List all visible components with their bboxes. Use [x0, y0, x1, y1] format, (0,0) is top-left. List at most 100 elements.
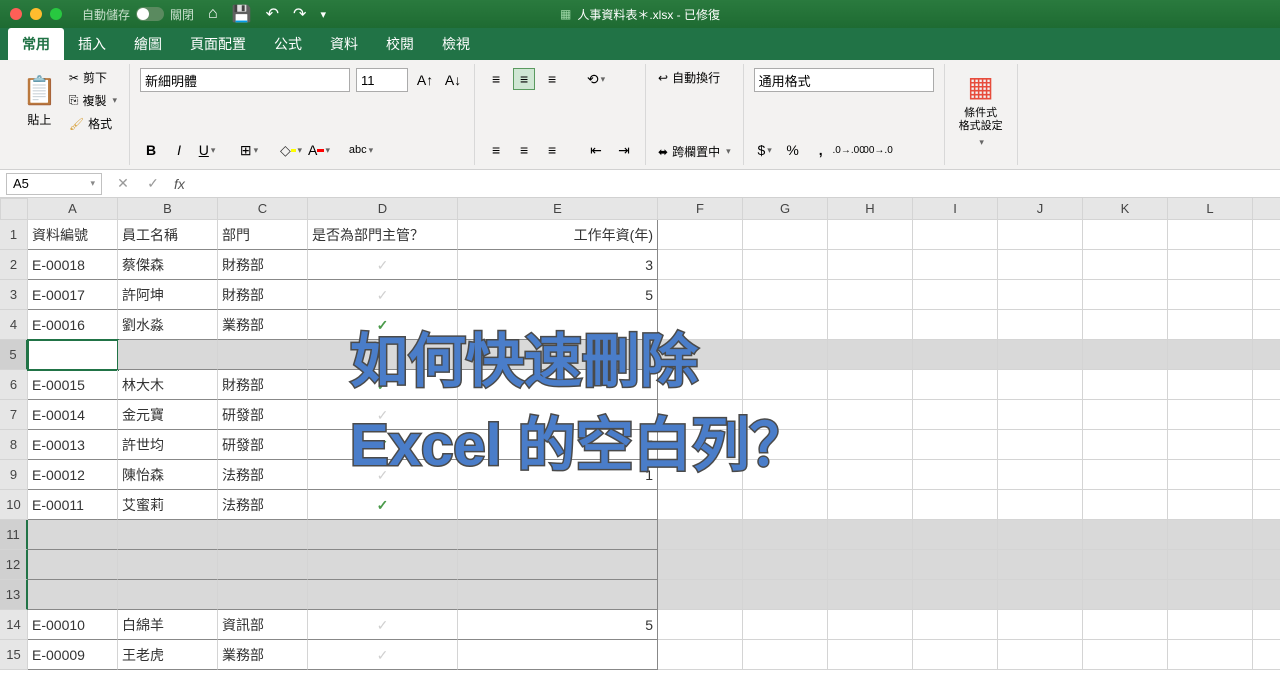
cell[interactable]	[743, 520, 828, 550]
name-box[interactable]: A5 ▾	[6, 173, 102, 195]
cell[interactable]: 研發部	[218, 400, 308, 430]
cell[interactable]	[743, 550, 828, 580]
cell[interactable]	[1253, 280, 1280, 310]
cell[interactable]	[658, 220, 743, 250]
cell[interactable]	[913, 340, 998, 370]
cell[interactable]	[1253, 520, 1280, 550]
cell[interactable]: ✓	[308, 640, 458, 670]
cell[interactable]: ✓	[308, 250, 458, 280]
merge-center-button[interactable]: ⬌跨欄置中	[656, 142, 733, 161]
borders-button[interactable]: ⊞	[238, 139, 260, 161]
cell[interactable]	[308, 520, 458, 550]
cell[interactable]	[743, 280, 828, 310]
cell[interactable]: ✓	[308, 490, 458, 520]
fx-icon[interactable]: fx	[174, 176, 185, 192]
cell[interactable]	[458, 550, 658, 580]
cell[interactable]	[998, 640, 1083, 670]
fill-color-button[interactable]: ◇	[280, 139, 302, 161]
cell[interactable]: 林大木	[118, 370, 218, 400]
tab-檢視[interactable]: 檢視	[428, 28, 484, 60]
col-header-I[interactable]: I	[913, 198, 998, 220]
format-painter-button[interactable]: 🖌格式	[67, 114, 119, 133]
cell[interactable]	[828, 370, 913, 400]
cancel-icon[interactable]: ✕	[112, 173, 134, 195]
cell[interactable]	[743, 580, 828, 610]
cell[interactable]	[913, 580, 998, 610]
cell[interactable]	[828, 280, 913, 310]
cell[interactable]	[1168, 340, 1253, 370]
cell[interactable]	[1168, 580, 1253, 610]
percent-button[interactable]: %	[782, 139, 804, 161]
cell[interactable]	[743, 460, 828, 490]
cell[interactable]	[998, 220, 1083, 250]
cell[interactable]	[218, 340, 308, 370]
cell[interactable]	[1083, 520, 1168, 550]
toggle-icon[interactable]	[136, 7, 164, 21]
cell[interactable]	[1083, 220, 1168, 250]
col-header-L[interactable]: L	[1168, 198, 1253, 220]
cell[interactable]: 財務部	[218, 250, 308, 280]
cell[interactable]: E-00014	[28, 400, 118, 430]
cell[interactable]: ✓	[308, 460, 458, 490]
cell[interactable]	[1253, 490, 1280, 520]
cell[interactable]	[913, 490, 998, 520]
cell[interactable]	[1253, 370, 1280, 400]
cell[interactable]: 研發部	[218, 430, 308, 460]
cell[interactable]	[998, 460, 1083, 490]
row-header-10[interactable]: 10	[0, 490, 28, 520]
cell[interactable]: 法務部	[218, 460, 308, 490]
cell[interactable]	[998, 310, 1083, 340]
cell[interactable]	[1168, 490, 1253, 520]
decrease-decimal-icon[interactable]: .00→.0	[866, 139, 888, 161]
row-header-8[interactable]: 8	[0, 430, 28, 460]
cell[interactable]	[1253, 460, 1280, 490]
align-bottom-icon[interactable]: ≡	[541, 68, 563, 90]
tab-繪圖[interactable]: 繪圖	[120, 28, 176, 60]
cell[interactable]: E-00011	[28, 490, 118, 520]
cell[interactable]	[828, 310, 913, 340]
col-header-M[interactable]: M	[1253, 198, 1280, 220]
cell[interactable]	[913, 550, 998, 580]
cell[interactable]	[913, 610, 998, 640]
cell[interactable]	[1253, 310, 1280, 340]
cell[interactable]	[1083, 280, 1168, 310]
col-header-J[interactable]: J	[998, 198, 1083, 220]
cell[interactable]	[913, 640, 998, 670]
row-header-5[interactable]: 5	[0, 340, 28, 370]
underline-button[interactable]: U	[196, 139, 218, 161]
save-icon[interactable]: 💾	[232, 4, 252, 24]
row-header-2[interactable]: 2	[0, 250, 28, 280]
cell[interactable]	[118, 340, 218, 370]
cell[interactable]	[828, 580, 913, 610]
cell[interactable]: 蔡傑森	[118, 250, 218, 280]
cell[interactable]	[658, 430, 743, 460]
number-format-select[interactable]	[754, 68, 934, 92]
cell[interactable]	[913, 370, 998, 400]
cell[interactable]: 部門	[218, 220, 308, 250]
cell[interactable]: ✓	[308, 400, 458, 430]
cell[interactable]	[1253, 550, 1280, 580]
cell[interactable]	[828, 400, 913, 430]
cell[interactable]	[1083, 430, 1168, 460]
tab-資料[interactable]: 資料	[316, 28, 372, 60]
cell[interactable]	[1083, 310, 1168, 340]
cell[interactable]	[1168, 550, 1253, 580]
col-header-C[interactable]: C	[218, 198, 308, 220]
cell[interactable]	[658, 310, 743, 340]
cell[interactable]	[913, 460, 998, 490]
cell[interactable]	[658, 370, 743, 400]
cell[interactable]: 5	[458, 280, 658, 310]
cell[interactable]	[1083, 340, 1168, 370]
cell[interactable]	[458, 580, 658, 610]
cell[interactable]	[743, 610, 828, 640]
row-header-3[interactable]: 3	[0, 280, 28, 310]
cell[interactable]	[1253, 580, 1280, 610]
cell[interactable]	[998, 520, 1083, 550]
cell[interactable]	[658, 400, 743, 430]
cell[interactable]	[658, 550, 743, 580]
cell[interactable]	[1168, 640, 1253, 670]
wrap-text-button[interactable]: ↩自動換行	[656, 68, 733, 87]
cell[interactable]: 是否為部門主管？	[308, 220, 458, 250]
cell[interactable]	[828, 430, 913, 460]
cell[interactable]	[828, 550, 913, 580]
